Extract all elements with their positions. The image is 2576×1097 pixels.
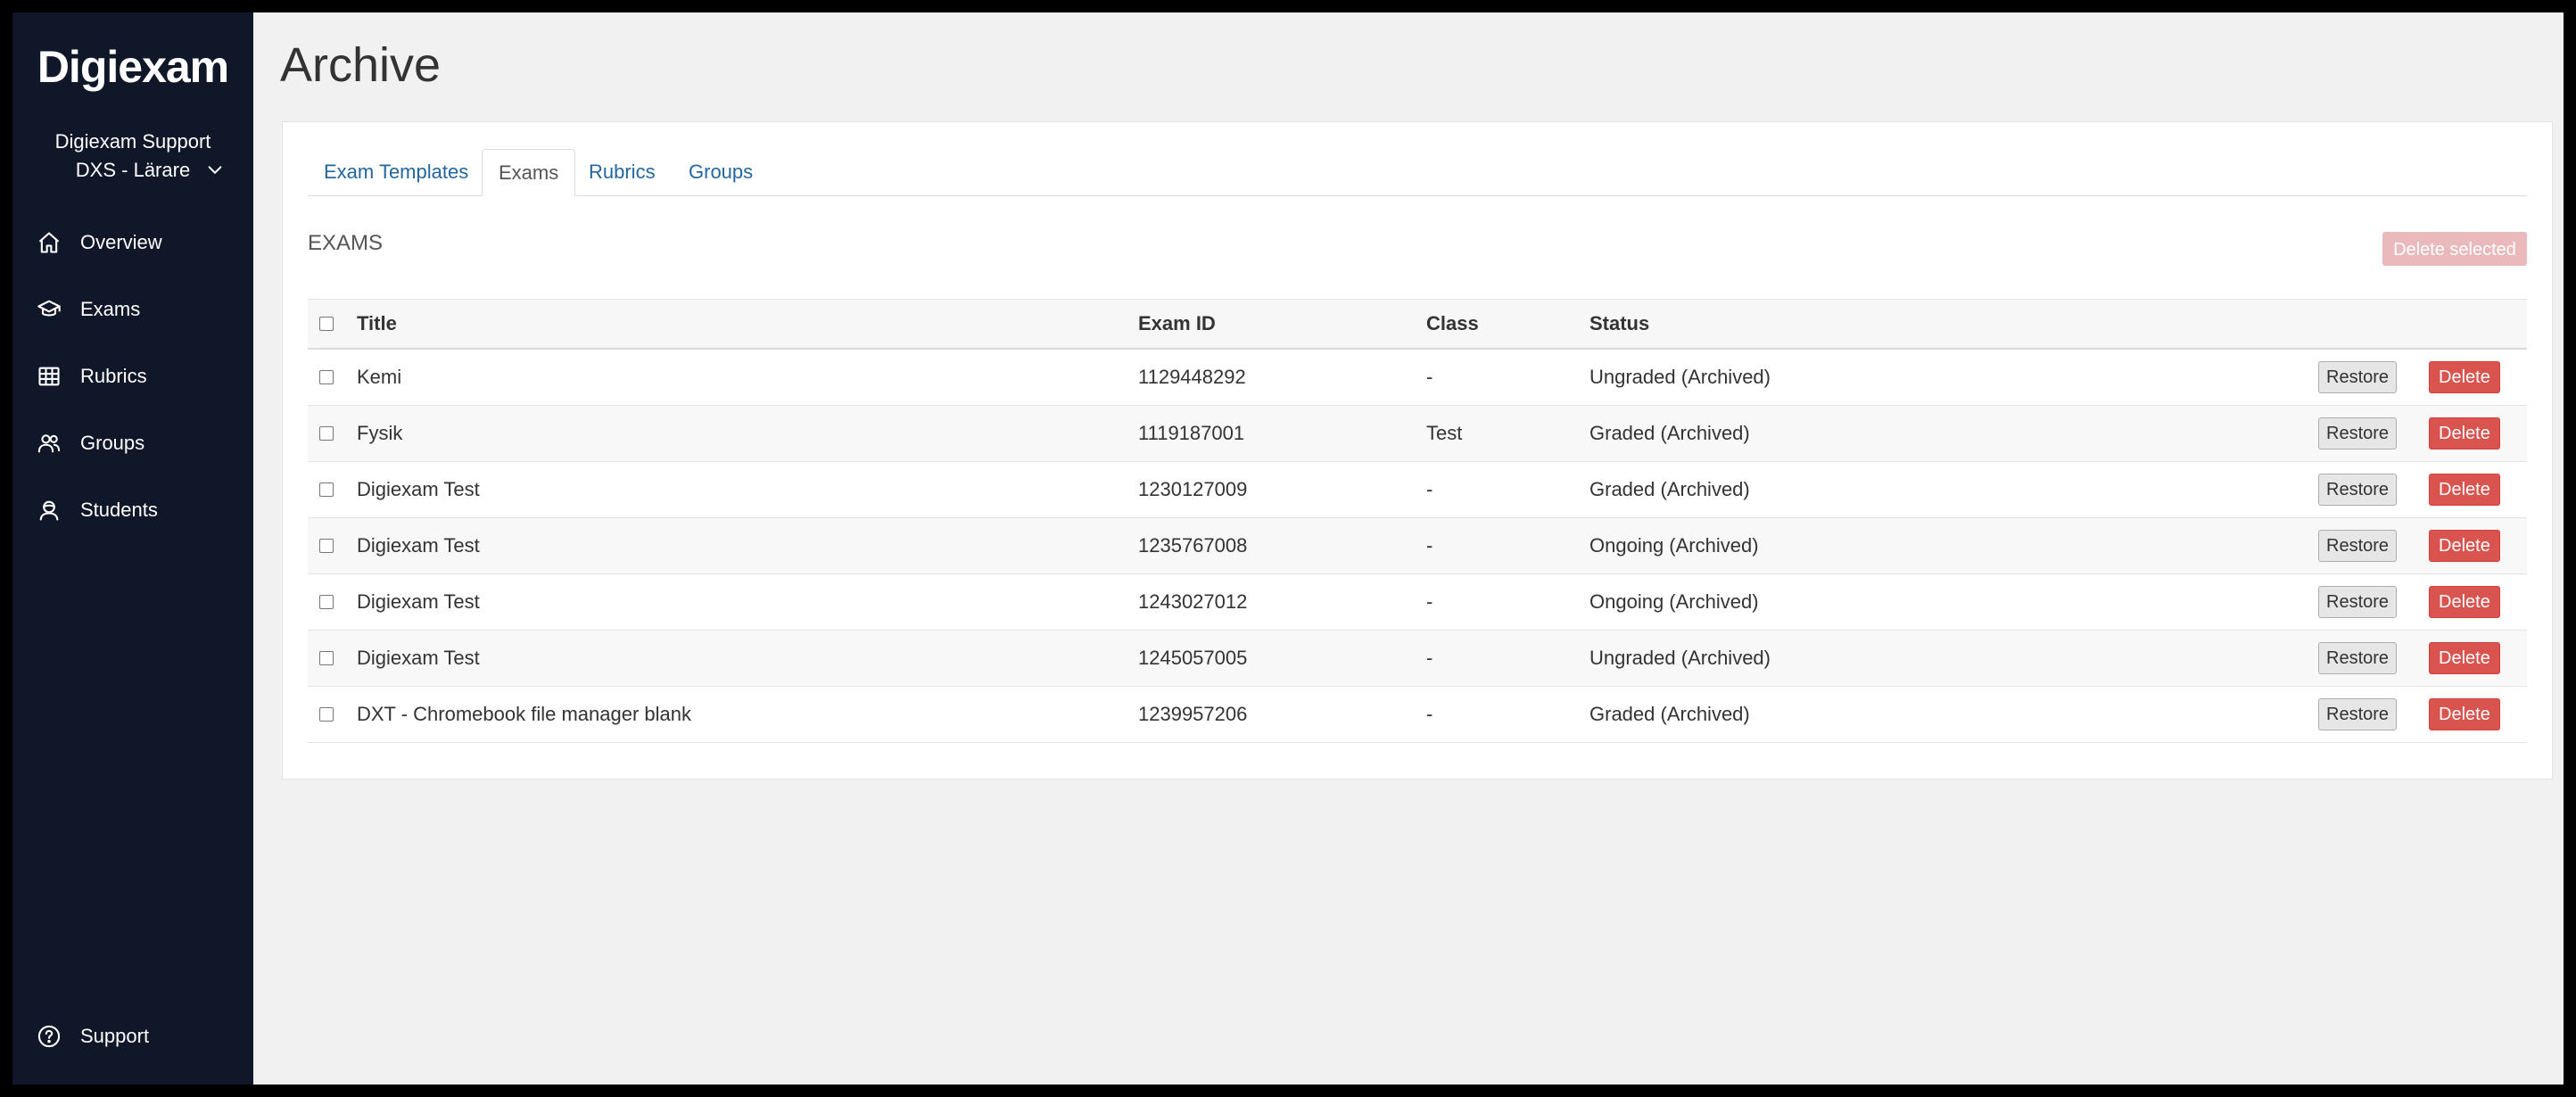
- exam-id: 1243027012: [1138, 590, 1248, 613]
- exam-status: Ungraded (Archived): [1589, 647, 1771, 669]
- delete-button[interactable]: Delete: [2429, 530, 2500, 562]
- exam-id: 1235767008: [1138, 534, 1248, 557]
- delete-button[interactable]: Delete: [2429, 586, 2500, 618]
- sidebar-item-label: Support: [80, 1025, 150, 1047]
- restore-button[interactable]: Restore: [2318, 530, 2398, 562]
- sidebar-item-label: Overview: [80, 231, 162, 253]
- restore-button[interactable]: Restore: [2318, 642, 2398, 674]
- tab-groups[interactable]: Groups: [673, 149, 769, 195]
- delete-button[interactable]: Delete: [2429, 698, 2500, 730]
- page-title: Archive: [280, 38, 442, 92]
- exam-class: -: [1426, 534, 1433, 557]
- sidebar-item-label: Groups: [80, 432, 145, 454]
- table-icon: [36, 363, 62, 390]
- home-icon: [36, 229, 62, 256]
- header-title: Title: [357, 312, 397, 334]
- exam-status: Ongoing (Archived): [1589, 590, 1759, 613]
- exam-title: DXT - Chromebook file manager blank: [357, 703, 691, 725]
- role-label: DXS - Lärare: [75, 159, 191, 181]
- exam-id: 1230127009: [1138, 478, 1248, 500]
- select-all-checkbox[interactable]: [319, 317, 334, 331]
- table-row: Digiexam Test 1235767008 - Ongoing (Arch…: [308, 518, 2527, 574]
- exams-table: Title Exam ID Class Status Kemi 11294482…: [308, 299, 2527, 743]
- exam-status: Graded (Archived): [1589, 422, 1750, 444]
- table-header: Title Exam ID Class Status: [308, 299, 2527, 350]
- section-title: EXAMS: [308, 231, 384, 255]
- delete-selected-button[interactable]: Delete selected: [2382, 232, 2527, 266]
- sidebar-item-groups[interactable]: Groups: [12, 418, 253, 468]
- sidebar-item-exams[interactable]: Exams: [12, 285, 253, 334]
- graduation-cap-icon: [36, 296, 62, 323]
- delete-button[interactable]: Delete: [2429, 361, 2500, 393]
- digiexam-logo: Digiexam: [37, 42, 229, 92]
- header-status: Status: [1589, 312, 1650, 334]
- restore-button[interactable]: Restore: [2318, 417, 2398, 450]
- exam-class: -: [1426, 703, 1433, 725]
- restore-button[interactable]: Restore: [2318, 698, 2398, 730]
- table-row: Digiexam Test 1245057005 - Ungraded (Arc…: [308, 631, 2527, 687]
- exam-title: Digiexam Test: [357, 647, 480, 669]
- delete-button[interactable]: Delete: [2429, 417, 2500, 450]
- restore-button[interactable]: Restore: [2318, 586, 2398, 618]
- sidebar-item-label: Exams: [80, 298, 141, 320]
- user-name: Digiexam Support: [54, 130, 211, 153]
- exam-status: Ungraded (Archived): [1589, 366, 1771, 388]
- exam-id: 1119187001: [1138, 422, 1245, 444]
- exam-status: Graded (Archived): [1589, 478, 1750, 500]
- app-window: Digiexam Digiexam Support DXS - Lärare O…: [12, 12, 2564, 1085]
- restore-button[interactable]: Restore: [2318, 474, 2398, 506]
- table-row: Fysik 1119187001 Test Graded (Archived) …: [308, 406, 2527, 462]
- table-row: Digiexam Test 1230127009 - Graded (Archi…: [308, 462, 2527, 518]
- tab-rubrics[interactable]: Rubrics: [573, 149, 672, 195]
- tab-bar: Exam Templates Exams Rubrics Groups: [308, 149, 2527, 196]
- exam-title: Digiexam Test: [357, 590, 480, 613]
- row-checkbox[interactable]: [319, 595, 334, 609]
- tab-exams[interactable]: Exams: [482, 149, 576, 196]
- row-checkbox[interactable]: [319, 707, 334, 722]
- exam-class: -: [1426, 590, 1433, 613]
- delete-button[interactable]: Delete: [2429, 642, 2500, 674]
- exam-title: Digiexam Test: [357, 478, 480, 500]
- exam-class: -: [1426, 366, 1433, 388]
- tab-exam-templates[interactable]: Exam Templates: [308, 149, 484, 195]
- row-checkbox[interactable]: [319, 651, 334, 665]
- exam-class: -: [1426, 478, 1433, 500]
- sidebar-item-overview[interactable]: Overview: [12, 218, 253, 268]
- exam-title: Fysik: [357, 422, 403, 444]
- row-checkbox[interactable]: [319, 426, 334, 441]
- users-icon: [36, 430, 62, 457]
- table-row: DXT - Chromebook file manager blank 1239…: [308, 687, 2527, 743]
- chevron-down-icon[interactable]: [205, 161, 225, 180]
- table-body: Kemi 1129448292 - Ungraded (Archived) Re…: [308, 350, 2527, 743]
- sidebar-item-rubrics[interactable]: Rubrics: [12, 351, 253, 401]
- exam-class: -: [1426, 647, 1433, 669]
- sidebar-item-label: Rubrics: [80, 365, 147, 387]
- exam-title: Kemi: [357, 366, 402, 388]
- exam-status: Ongoing (Archived): [1589, 534, 1759, 557]
- row-checkbox[interactable]: [319, 483, 334, 497]
- exam-id: 1239957206: [1138, 703, 1248, 725]
- table-row: Kemi 1129448292 - Ungraded (Archived) Re…: [308, 350, 2527, 406]
- sidebar-item-support[interactable]: Support: [12, 1011, 253, 1061]
- archive-panel: Exam Templates Exams Rubrics Groups EXAM…: [282, 121, 2553, 779]
- table-row: Digiexam Test 1243027012 - Ongoing (Arch…: [308, 574, 2527, 631]
- row-checkbox[interactable]: [319, 370, 334, 384]
- help-circle-icon: [36, 1023, 62, 1050]
- delete-button[interactable]: Delete: [2429, 474, 2500, 506]
- row-checkbox[interactable]: [319, 539, 334, 553]
- sidebar-item-students[interactable]: Students: [12, 485, 253, 535]
- exam-class: Test: [1426, 422, 1463, 444]
- restore-button[interactable]: Restore: [2318, 361, 2398, 393]
- sidebar: Digiexam Digiexam Support DXS - Lärare O…: [12, 12, 253, 1085]
- header-exam-id: Exam ID: [1138, 312, 1216, 334]
- header-class: Class: [1426, 312, 1479, 334]
- student-icon: [36, 497, 62, 524]
- exam-id: 1245057005: [1138, 647, 1248, 669]
- exam-title: Digiexam Test: [357, 534, 480, 557]
- exam-status: Graded (Archived): [1589, 703, 1750, 725]
- exam-id: 1129448292: [1138, 366, 1246, 388]
- sidebar-item-label: Students: [80, 499, 158, 521]
